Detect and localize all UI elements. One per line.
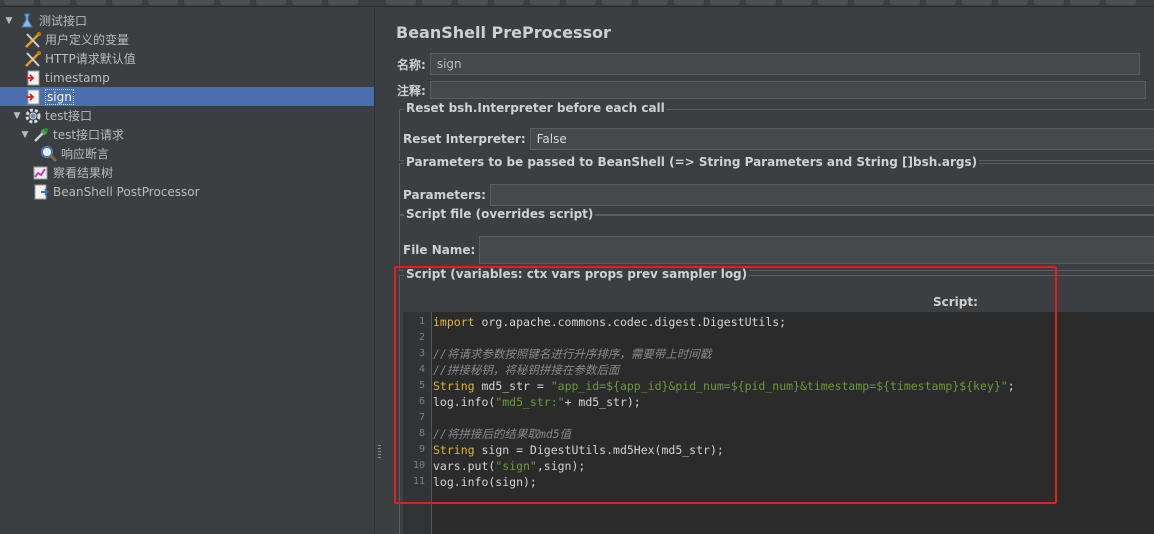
reset-interpreter-label: Reset Interpreter: <box>403 132 526 146</box>
tree-item-sign[interactable]: sign <box>0 87 374 106</box>
parameters-label: Parameters: <box>403 188 486 202</box>
parameters-row: Parameters: <box>403 184 1154 206</box>
expand-toggle-icon[interactable]: ▼ <box>20 130 30 140</box>
splitter-grip-icon <box>378 445 381 459</box>
preprocessor-icon <box>24 88 42 106</box>
splitter-handle[interactable] <box>374 7 385 534</box>
name-label: 名称: <box>397 57 426 72</box>
tree-item-sampler[interactable]: ▼ test接口请求 <box>0 125 374 144</box>
file-name-row: File Name: <box>403 236 1154 264</box>
tree-item-label: 用户定义的变量 <box>45 33 130 47</box>
preprocessor-icon <box>24 69 42 87</box>
file-name-label: File Name: <box>403 243 476 257</box>
name-field[interactable]: sign <box>429 53 1140 75</box>
tree-item-label: test接口 <box>45 109 93 123</box>
tree-item-label: 响应断言 <box>61 147 110 161</box>
tree-item-label: timestamp <box>45 70 110 85</box>
test-plan-icon <box>18 12 36 30</box>
assertion-magnifier-icon <box>40 145 58 163</box>
file-name-field[interactable] <box>479 236 1154 264</box>
config-tool-icon <box>24 50 42 68</box>
comment-row: 注释: <box>397 81 1146 99</box>
params-group-title: Parameters to be passed to BeanShell (=>… <box>404 155 980 169</box>
reset-interpreter-select[interactable]: False <box>529 128 1154 150</box>
file-group-title: Script file (overrides script) <box>404 207 596 221</box>
panel-title: BeanShell PreProcessor <box>396 23 611 42</box>
tree-item-response-assertion[interactable]: 响应断言 <box>0 144 374 163</box>
comment-field[interactable] <box>429 81 1146 99</box>
tree-item-label: HTTP请求默认值 <box>45 52 136 66</box>
sampler-pipette-icon <box>32 126 50 144</box>
tree-item-label: BeanShell PostProcessor <box>53 184 200 199</box>
parameters-field[interactable] <box>489 184 1154 206</box>
expand-toggle-icon[interactable]: ▼ <box>4 16 14 26</box>
test-plan-tree[interactable]: ▼ 测试接口 用户定义的变量 HTTP请求默认值 timestamp sign … <box>0 7 374 534</box>
reset-row: Reset Interpreter: False <box>403 128 1154 150</box>
expand-toggle-icon[interactable]: ▼ <box>12 111 22 121</box>
config-tool-icon <box>24 31 42 49</box>
tree-item-label: 测试接口 <box>39 14 88 28</box>
tree-item-label: 察看结果树 <box>53 166 114 180</box>
listener-chart-icon <box>32 164 50 182</box>
reset-group-title: Reset bsh.Interpreter before each call <box>404 101 667 115</box>
tree-item-view-results-tree[interactable]: 察看结果树 <box>0 163 374 182</box>
tree-item-beanshell-postprocessor[interactable]: BeanShell PostProcessor <box>0 182 374 201</box>
tree-item-label: sign <box>45 88 74 105</box>
comment-label: 注释: <box>397 83 426 98</box>
tree-item-label: test接口请求 <box>53 128 125 142</box>
thread-group-gear-icon <box>24 107 42 125</box>
tree-item-user-variables[interactable]: 用户定义的变量 <box>0 30 374 49</box>
name-row: 名称: sign <box>397 53 1140 75</box>
postprocessor-icon <box>32 183 50 201</box>
reset-interpreter-group: Reset bsh.Interpreter before each call R… <box>399 101 1154 161</box>
tree-item-timestamp[interactable]: timestamp <box>0 68 374 87</box>
script-file-group: Script file (overrides script) File Name… <box>399 207 1154 271</box>
toolbar-strip <box>0 0 1154 7</box>
tree-item-thread-group[interactable]: ▼ test接口 <box>0 106 374 125</box>
red-highlight-annotation <box>394 266 1057 504</box>
tree-item-test-plan[interactable]: ▼ 测试接口 <box>0 11 374 30</box>
tree-item-http-defaults[interactable]: HTTP请求默认值 <box>0 49 374 68</box>
